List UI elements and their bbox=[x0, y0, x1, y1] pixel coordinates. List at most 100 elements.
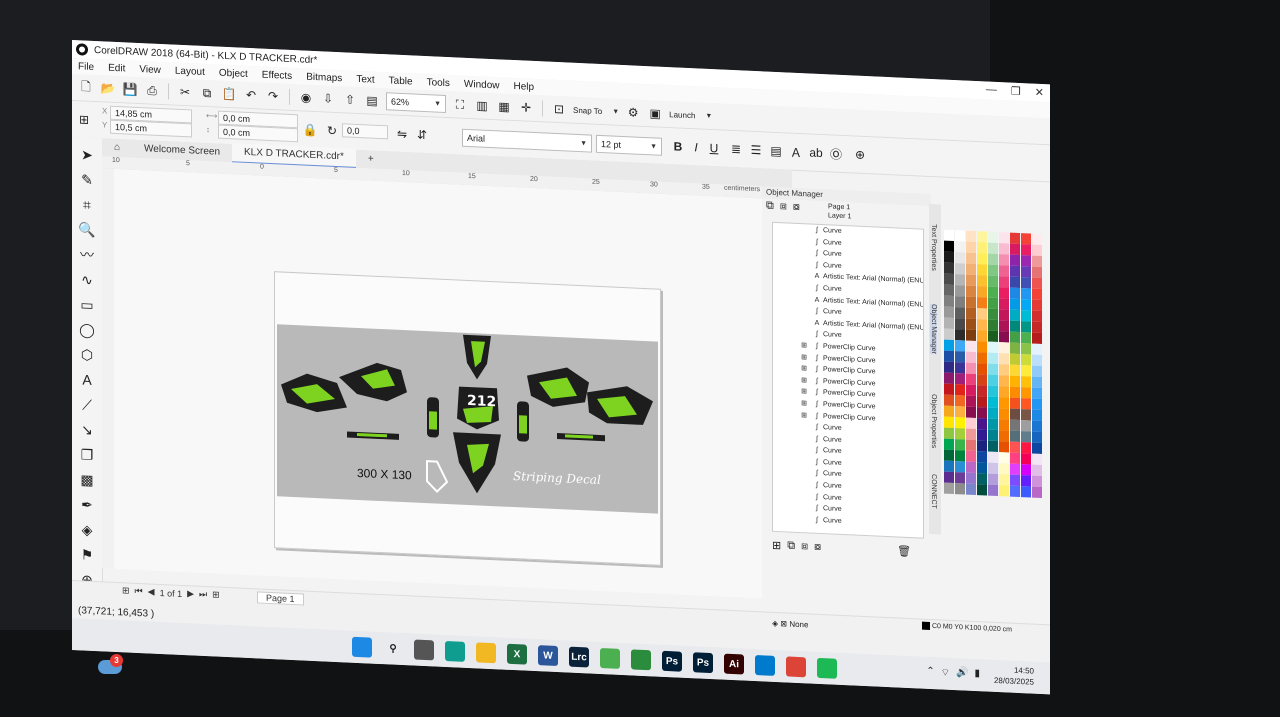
bullet-list-icon[interactable]: ☰ bbox=[748, 142, 764, 159]
zoom-level-dropdown[interactable]: 62% ▼ bbox=[386, 92, 446, 113]
color-swatch[interactable] bbox=[1032, 398, 1042, 411]
paste-icon[interactable]: 📋 bbox=[221, 86, 237, 103]
last-page-icon[interactable]: ⏭ bbox=[199, 589, 207, 600]
color-swatch[interactable] bbox=[1010, 309, 1020, 322]
launch-icon[interactable]: ▣ bbox=[647, 105, 663, 122]
color-swatch[interactable] bbox=[955, 329, 965, 341]
new-document-icon[interactable]: 🗋 bbox=[78, 79, 94, 96]
color-swatch[interactable] bbox=[988, 275, 998, 288]
show-grid-icon[interactable]: ▦ bbox=[496, 98, 512, 115]
color-swatch[interactable] bbox=[999, 309, 1009, 321]
color-swatch[interactable] bbox=[966, 395, 976, 408]
publish-pdf-icon[interactable]: ▤ bbox=[364, 92, 380, 109]
copy-icon[interactable]: ⧉ bbox=[199, 85, 215, 102]
menu-view[interactable]: View bbox=[139, 64, 161, 76]
redo-icon[interactable]: ↷ bbox=[265, 88, 281, 105]
object-origin-icon[interactable]: ⊞ bbox=[76, 111, 92, 128]
italic-button[interactable]: I bbox=[688, 139, 704, 156]
show-guidelines-icon[interactable]: ✛ bbox=[518, 99, 534, 116]
zoom-tool-icon[interactable]: 🔍 bbox=[78, 220, 96, 239]
color-swatch[interactable] bbox=[944, 471, 954, 484]
color-swatch[interactable] bbox=[955, 450, 965, 462]
mirror-horizontal-icon[interactable]: ⇋ bbox=[394, 126, 410, 143]
color-swatch[interactable] bbox=[1021, 266, 1031, 278]
decal-size-label[interactable]: 300 X 130 bbox=[357, 466, 412, 482]
text-properties-icon[interactable]: Ａ bbox=[788, 144, 804, 161]
object-list[interactable]: ∫ Curve ∫ Curve ∫ Curve ∫ Curve A Artistic Text: … bbox=[772, 221, 924, 539]
new-master-layer-odd-icon[interactable]: ⧈ bbox=[801, 540, 808, 553]
rotation-angle-field[interactable]: 0,0 bbox=[342, 123, 388, 140]
color-swatch[interactable] bbox=[1032, 321, 1042, 334]
color-swatch[interactable] bbox=[966, 285, 976, 298]
menu-file[interactable]: File bbox=[78, 61, 94, 73]
color-swatch[interactable] bbox=[999, 485, 1009, 497]
transparency-icon[interactable]: ▩ bbox=[78, 470, 96, 489]
color-swatch[interactable] bbox=[977, 462, 987, 474]
illustrator-icon[interactable]: Ai bbox=[724, 653, 744, 675]
color-swatch[interactable] bbox=[1032, 475, 1042, 488]
color-swatch[interactable] bbox=[966, 439, 976, 452]
rectangle-tool-icon[interactable]: ▭ bbox=[78, 295, 96, 314]
expand-icon[interactable]: ⊞ bbox=[797, 398, 811, 410]
search-icon[interactable]: ⚲ bbox=[383, 638, 403, 660]
color-swatch[interactable] bbox=[1021, 376, 1031, 388]
color-swatch[interactable] bbox=[955, 472, 965, 484]
color-swatch[interactable] bbox=[988, 286, 998, 299]
color-swatch[interactable] bbox=[944, 460, 954, 473]
color-swatch[interactable] bbox=[988, 396, 998, 409]
edge-icon[interactable] bbox=[445, 640, 465, 662]
color-swatch[interactable] bbox=[955, 406, 965, 418]
color-swatch[interactable] bbox=[966, 450, 976, 463]
color-swatch[interactable] bbox=[999, 419, 1009, 431]
color-swatch[interactable] bbox=[988, 429, 998, 442]
color-swatch[interactable] bbox=[1010, 386, 1020, 399]
color-swatch[interactable] bbox=[966, 417, 976, 430]
color-swatch[interactable] bbox=[955, 428, 965, 440]
color-swatch[interactable] bbox=[966, 274, 976, 287]
color-swatch[interactable] bbox=[1010, 331, 1020, 344]
color-swatch[interactable] bbox=[944, 306, 954, 319]
color-swatch[interactable] bbox=[955, 362, 965, 374]
color-swatch[interactable] bbox=[1021, 486, 1031, 498]
color-swatch[interactable] bbox=[977, 242, 987, 254]
color-swatch[interactable] bbox=[977, 451, 987, 463]
color-swatch[interactable] bbox=[977, 297, 987, 309]
color-swatch[interactable] bbox=[1010, 353, 1020, 366]
color-swatch[interactable] bbox=[966, 406, 976, 419]
layer-manager-icon[interactable]: ⧈ bbox=[780, 200, 787, 213]
expand-icon[interactable]: ⊞ bbox=[797, 363, 811, 375]
excel-icon[interactable]: X bbox=[507, 643, 527, 665]
color-swatch[interactable] bbox=[944, 427, 954, 440]
color-swatch[interactable] bbox=[977, 253, 987, 265]
color-swatch[interactable] bbox=[988, 374, 998, 387]
color-swatch[interactable] bbox=[1010, 485, 1020, 498]
menu-help[interactable]: Help bbox=[514, 81, 535, 93]
color-swatch[interactable] bbox=[977, 374, 987, 386]
page-tab[interactable]: Page 1 bbox=[257, 591, 304, 606]
artistic-media-icon[interactable]: ∿ bbox=[78, 270, 96, 289]
color-swatch[interactable] bbox=[1010, 408, 1020, 421]
color-swatch[interactable] bbox=[977, 352, 987, 364]
color-swatch[interactable] bbox=[977, 473, 987, 485]
color-swatch[interactable] bbox=[977, 396, 987, 408]
color-swatch[interactable] bbox=[944, 383, 954, 396]
color-swatch[interactable] bbox=[988, 473, 998, 486]
save-icon[interactable]: 💾 bbox=[122, 81, 138, 98]
color-swatch[interactable] bbox=[988, 484, 998, 497]
text-align-icon[interactable]: ≣ bbox=[728, 141, 744, 158]
color-swatch[interactable] bbox=[999, 265, 1009, 277]
color-swatch[interactable] bbox=[944, 229, 954, 242]
menu-bitmaps[interactable]: Bitmaps bbox=[306, 71, 342, 84]
color-swatch[interactable] bbox=[1032, 431, 1042, 444]
color-swatch[interactable] bbox=[1032, 442, 1042, 455]
color-swatch[interactable] bbox=[1010, 397, 1020, 410]
close-button[interactable]: ✕ bbox=[1035, 86, 1044, 99]
color-swatch[interactable] bbox=[955, 351, 965, 363]
text-tool-icon[interactable]: A bbox=[78, 370, 96, 389]
color-swatch[interactable] bbox=[955, 483, 965, 495]
color-swatch[interactable] bbox=[1021, 277, 1031, 289]
font-size-dropdown[interactable]: 12 pt ▼ bbox=[596, 134, 662, 156]
file-explorer-icon[interactable] bbox=[476, 642, 496, 664]
color-swatch[interactable] bbox=[1010, 320, 1020, 333]
menu-object[interactable]: Object bbox=[219, 67, 248, 79]
